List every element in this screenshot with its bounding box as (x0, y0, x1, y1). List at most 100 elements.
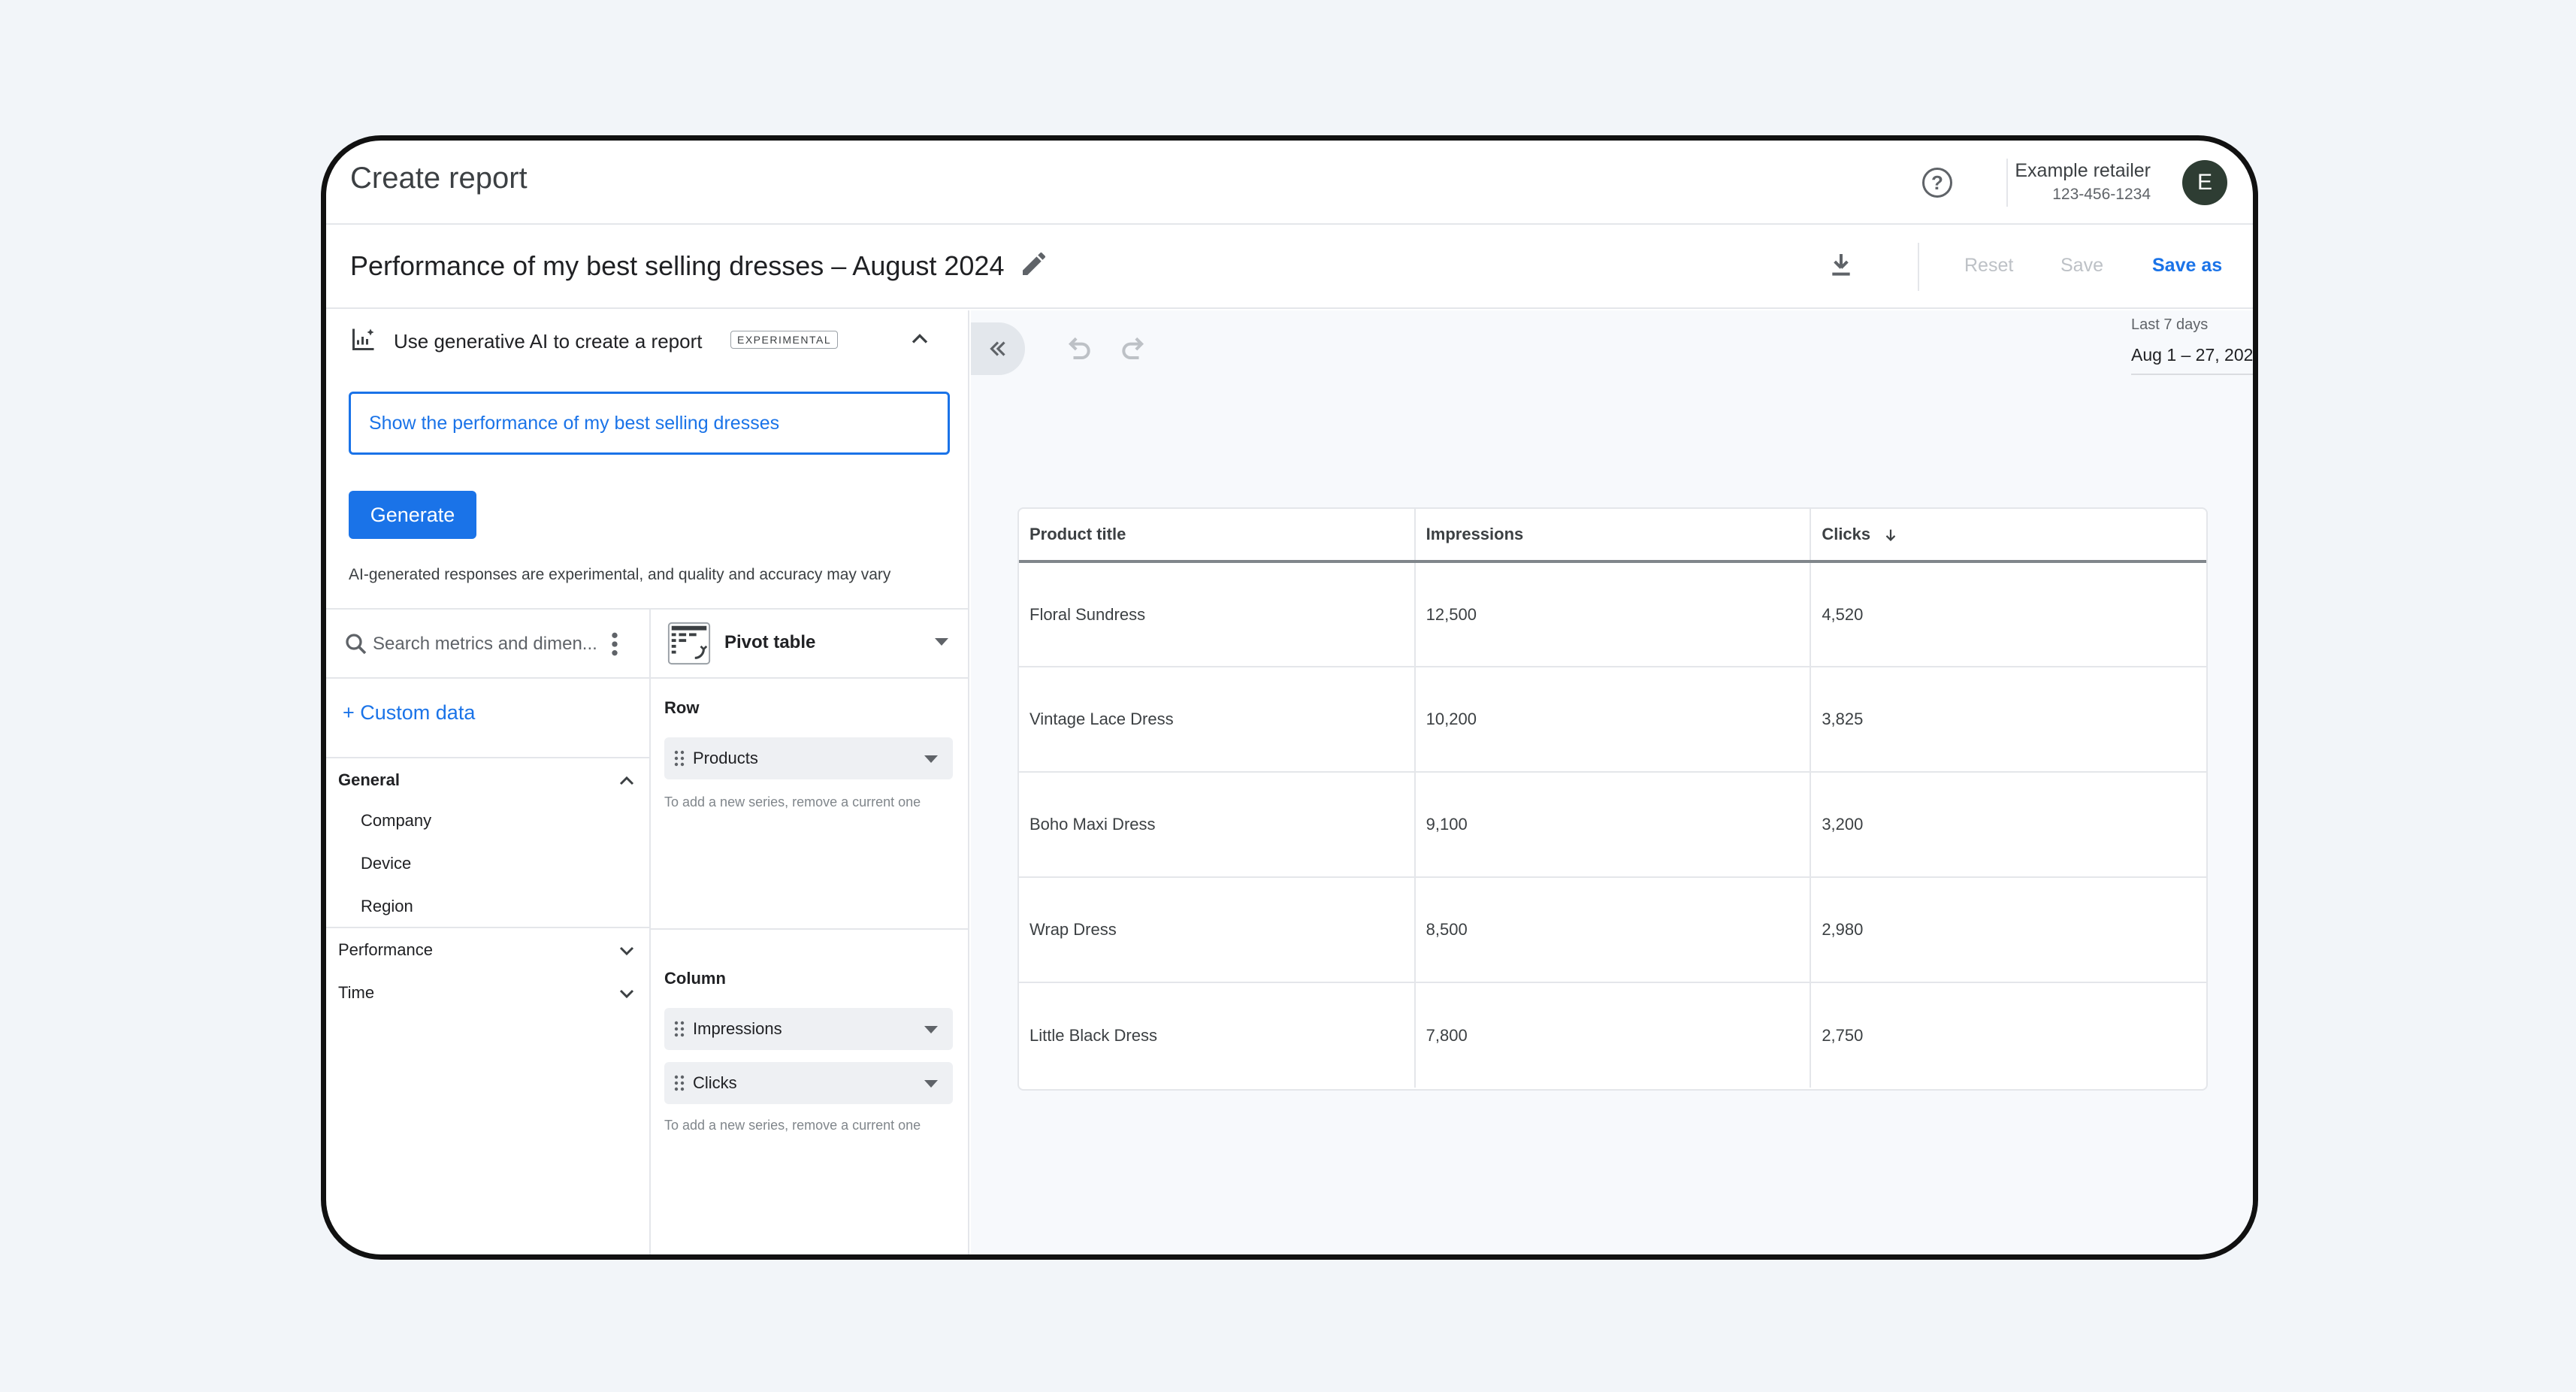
pivot-table: Product title Impressions Clicks Floral … (1017, 507, 2208, 1091)
date-range-label: Last 7 days (2131, 316, 2209, 333)
experimental-badge: EXPERIMENTAL (730, 331, 839, 349)
metric-item-company[interactable]: Company (361, 811, 431, 831)
undo-icon[interactable] (1061, 333, 1094, 366)
chevron-down-icon (619, 989, 634, 999)
column-header[interactable]: Product title (1019, 509, 1416, 563)
pivot-table-icon (667, 622, 711, 665)
reset-button[interactable]: Reset (1964, 255, 2013, 277)
table-row: Vintage Lace Dress 10,200 3,825 (1019, 667, 2206, 773)
double-chevron-left-icon (990, 341, 1005, 356)
table-cell: Little Black Dress (1019, 982, 1416, 1088)
ai-prompt-input[interactable] (349, 392, 950, 455)
chip-label: Products (693, 749, 758, 767)
group-label: Time (338, 983, 375, 1002)
custom-data-link[interactable]: + Custom data (343, 701, 475, 725)
search-input[interactable]: Search metrics and dimen... (373, 634, 597, 655)
report-canvas: Last 7 days Aug 1 – 27, 2024 1 Product t… (971, 310, 2253, 1254)
table-row: Boho Maxi Dress 9,100 3,200 (1019, 772, 2206, 878)
table-cell: 8,500 (1414, 877, 1812, 983)
drag-handle-icon[interactable] (673, 1020, 685, 1038)
report-title: Performance of my best selling dresses –… (350, 250, 1005, 281)
chevron-up-icon (619, 776, 634, 785)
table-cell: Floral Sundress (1019, 561, 1416, 667)
ai-section-label: Use generative AI to create a report (394, 330, 703, 353)
table-header-row: Product title Impressions Clicks (1019, 509, 2206, 563)
row-chip-products[interactable]: Products (664, 737, 953, 779)
save-as-button[interactable]: Save as (2152, 255, 2222, 277)
table-cell: 3,200 (1810, 772, 2206, 878)
group-performance[interactable]: Performance (326, 930, 649, 972)
more-vert-icon[interactable] (609, 629, 621, 659)
app-title: Create report (350, 162, 528, 195)
date-range-value: Aug 1 – 27, 2024 (2131, 345, 2258, 365)
help-icon[interactable]: ? (1922, 168, 1952, 198)
table-cell: Boho Maxi Dress (1019, 772, 1416, 878)
group-general[interactable]: General (326, 760, 649, 802)
dropdown-arrow-icon (935, 638, 948, 646)
divider (2006, 159, 2008, 207)
row-section-label: Row (664, 698, 700, 717)
group-label: Performance (338, 940, 433, 959)
table-cell: 12,500 (1414, 561, 1812, 667)
metrics-panel: Search metrics and dimen... + Custom dat… (326, 608, 651, 1254)
redo-icon[interactable] (1118, 333, 1151, 366)
chip-label: Clicks (693, 1073, 737, 1092)
table-cell: 9,100 (1414, 772, 1812, 878)
column-header-label: Clicks (1822, 525, 1871, 543)
table-cell: 3,825 (1810, 667, 2206, 773)
chart-spark-icon (352, 328, 374, 350)
search-icon (346, 634, 367, 655)
visualization-label: Pivot table (724, 632, 816, 652)
metrics-search[interactable]: Search metrics and dimen... (326, 610, 649, 679)
group-label: General (338, 770, 400, 789)
collapse-panel-button[interactable] (971, 322, 1025, 375)
divider (326, 927, 649, 928)
column-header[interactable]: Impressions (1414, 509, 1812, 563)
drag-handle-icon[interactable] (673, 749, 685, 767)
table-row: Floral Sundress 12,500 4,520 (1019, 561, 2206, 667)
chip-label: Impressions (693, 1019, 782, 1038)
group-time[interactable]: Time (326, 973, 649, 1015)
account-name: Example retailer (2015, 160, 2151, 181)
ai-section-header[interactable]: Use generative AI to create a report EXP… (326, 310, 969, 371)
arrow-down-icon (1885, 529, 1896, 542)
edit-pencil-icon[interactable] (1019, 249, 1049, 279)
table-cell: 10,200 (1414, 667, 1812, 773)
ai-disclaimer: AI-generated responses are experimental,… (349, 566, 891, 583)
row-hint: To add a new series, remove a current on… (664, 794, 921, 809)
avatar[interactable]: E (2182, 160, 2227, 205)
visualization-select[interactable]: Pivot table (651, 610, 969, 679)
dropdown-arrow-icon (924, 755, 938, 763)
divider (1918, 243, 1919, 291)
table-row: Little Black Dress 7,800 2,750 (1019, 982, 2206, 1088)
column-chip-clicks[interactable]: Clicks (664, 1062, 953, 1104)
table-cell: 2,750 (1822, 1025, 1864, 1045)
save-button[interactable]: Save (2060, 255, 2103, 277)
config-panel: Pivot table Row Products To add a new se… (651, 608, 969, 1254)
top-bar: Create report ? Example retailer 123-456… (326, 141, 2253, 225)
table-cell: 7,800 (1414, 982, 1812, 1088)
column-section-label: Column (664, 969, 726, 988)
column-hint: To add a new series, remove a current on… (664, 1118, 921, 1133)
generate-button[interactable]: Generate (349, 491, 476, 539)
account-id: 123-456-1234 (2052, 186, 2151, 203)
divider (651, 928, 969, 930)
metric-item-device[interactable]: Device (361, 854, 411, 873)
dropdown-arrow-icon (924, 1026, 938, 1033)
chevron-up-icon[interactable] (906, 325, 933, 353)
metric-item-region[interactable]: Region (361, 897, 413, 916)
table-row: Wrap Dress 8,500 2,980 (1019, 877, 2206, 983)
divider (326, 757, 649, 758)
dropdown-arrow-icon (924, 1080, 938, 1088)
table-cell: 4,520 (1810, 561, 2206, 667)
drag-handle-icon[interactable] (673, 1074, 685, 1092)
report-title-bar: Performance of my best selling dresses –… (326, 225, 2253, 309)
table-cell: Vintage Lace Dress (1019, 667, 1416, 773)
chevron-down-icon (619, 946, 634, 956)
table-cell: 2,980 (1810, 877, 2206, 983)
column-header-sorted[interactable]: Clicks (1810, 509, 2206, 563)
column-chip-impressions[interactable]: Impressions (664, 1008, 953, 1050)
date-range-select[interactable]: Aug 1 – 27, 2024 (2131, 339, 2258, 375)
table-cell: Wrap Dress (1019, 877, 1416, 983)
download-icon[interactable] (1826, 250, 1856, 280)
